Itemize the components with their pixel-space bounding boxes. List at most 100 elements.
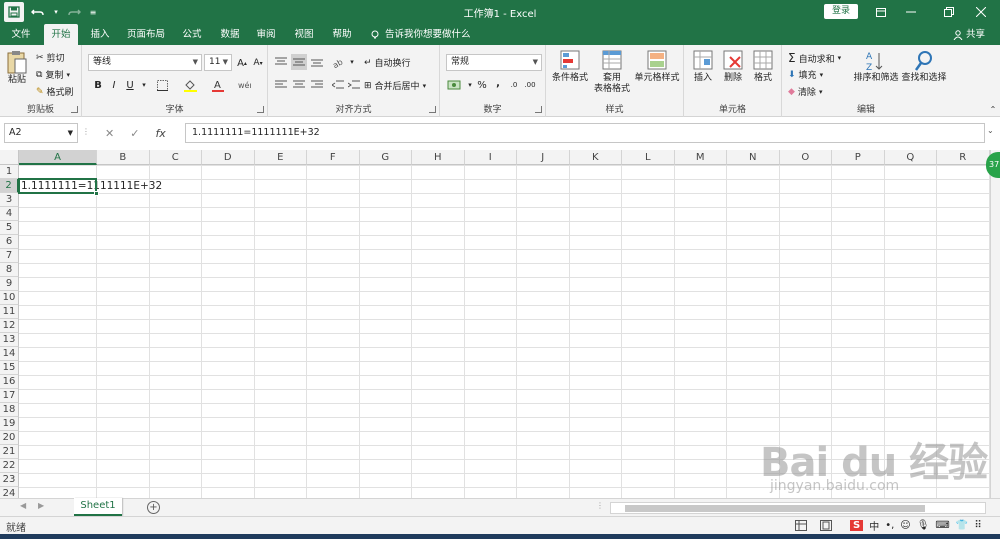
- increase-font-icon[interactable]: A ▴: [234, 55, 250, 71]
- find-select-button[interactable]: 查找和选择: [900, 49, 948, 84]
- ime-logo-icon[interactable]: S: [850, 519, 864, 531]
- row-header-2[interactable]: 2: [0, 179, 19, 193]
- tab-home[interactable]: 开始: [44, 24, 78, 45]
- column-header-h[interactable]: H: [412, 150, 465, 165]
- restore-icon[interactable]: [934, 2, 964, 22]
- row-header-17[interactable]: 17: [0, 389, 19, 403]
- check-icon[interactable]: ✓: [130, 127, 139, 140]
- ime-punct-icon[interactable]: •,: [885, 520, 894, 531]
- alignment-launcher-icon[interactable]: [429, 106, 436, 113]
- cancel-icon[interactable]: ✕: [105, 127, 114, 140]
- prev-sheet-icon[interactable]: ◀: [20, 501, 26, 510]
- share-button[interactable]: 共享: [953, 24, 985, 45]
- column-header-c[interactable]: C: [149, 150, 202, 165]
- tab-review[interactable]: 审阅: [250, 24, 282, 45]
- autosum-button[interactable]: Σ 自动求和 ▾: [788, 51, 841, 65]
- vertical-scrollbar[interactable]: [990, 150, 1000, 498]
- column-header-f[interactable]: F: [307, 150, 360, 165]
- row-header-6[interactable]: 6: [0, 235, 19, 249]
- keyboard-icon[interactable]: ⌨: [935, 520, 949, 531]
- tab-data[interactable]: 数据: [214, 24, 246, 45]
- row-header-9[interactable]: 9: [0, 277, 19, 291]
- row-header-10[interactable]: 10: [0, 291, 19, 305]
- clear-button[interactable]: ◆ 清除 ▾: [788, 85, 822, 99]
- tell-me-box[interactable]: 告诉我你想要做什么: [370, 24, 471, 45]
- merge-center-button[interactable]: ⊞ 合并后居中 ▾: [364, 79, 426, 93]
- ime-mode-icon[interactable]: 中: [869, 518, 879, 533]
- row-header-18[interactable]: 18: [0, 403, 19, 417]
- select-all-corner[interactable]: [0, 150, 19, 165]
- align-middle-icon[interactable]: [291, 54, 307, 70]
- collapse-ribbon-icon[interactable]: ⌃: [985, 101, 1000, 117]
- sheet-tab-sheet1[interactable]: Sheet1: [74, 498, 122, 516]
- scroll-thumb[interactable]: [625, 505, 925, 512]
- sort-filter-button[interactable]: AZ 排序和筛选: [852, 49, 900, 84]
- font-color-icon[interactable]: A: [210, 77, 226, 93]
- row-header-16[interactable]: 16: [0, 375, 19, 389]
- decrease-indent-icon[interactable]: [330, 77, 346, 93]
- format-as-table-button[interactable]: 套用 表格格式: [592, 49, 632, 95]
- row-header-20[interactable]: 20: [0, 431, 19, 445]
- column-header-d[interactable]: D: [202, 150, 255, 165]
- number-launcher-icon[interactable]: [535, 106, 542, 113]
- row-header-21[interactable]: 21: [0, 445, 19, 459]
- tab-split-icon[interactable]: ⋮: [596, 501, 604, 510]
- row-header-8[interactable]: 8: [0, 263, 19, 277]
- comma-button[interactable]: ,: [490, 75, 506, 91]
- column-header-g[interactable]: G: [359, 150, 412, 165]
- paste-button[interactable]: 粘贴: [4, 49, 30, 86]
- column-header-n[interactable]: N: [727, 150, 780, 165]
- row-header-19[interactable]: 19: [0, 417, 19, 431]
- tab-formulas[interactable]: 公式: [176, 24, 208, 45]
- percent-button[interactable]: %: [474, 77, 490, 93]
- number-format-select[interactable]: 常规 ▼: [446, 54, 542, 71]
- column-header-r[interactable]: R: [937, 150, 990, 165]
- borders-icon[interactable]: [154, 77, 170, 93]
- row-header-14[interactable]: 14: [0, 347, 19, 361]
- increase-indent-icon[interactable]: [346, 77, 362, 93]
- align-right-icon[interactable]: [309, 77, 325, 93]
- column-header-a[interactable]: A: [19, 150, 97, 165]
- align-left-icon[interactable]: [273, 77, 289, 93]
- tab-page-layout[interactable]: 页面布局: [122, 24, 170, 45]
- page-layout-view-icon[interactable]: [820, 520, 832, 534]
- ribbon-display-icon[interactable]: [866, 2, 896, 22]
- row-header-23[interactable]: 23: [0, 473, 19, 487]
- row-header-22[interactable]: 22: [0, 459, 19, 473]
- italic-button[interactable]: I: [106, 77, 122, 93]
- font-launcher-icon[interactable]: [257, 106, 264, 113]
- decrease-decimal-icon[interactable]: .00: [522, 77, 538, 93]
- column-header-j[interactable]: J: [517, 150, 570, 165]
- font-size-select[interactable]: 11 ▼: [204, 54, 232, 71]
- column-header-i[interactable]: I: [464, 150, 517, 165]
- column-header-l[interactable]: L: [622, 150, 675, 165]
- column-header-e[interactable]: E: [254, 150, 307, 165]
- fill-color-icon[interactable]: [182, 77, 198, 93]
- row-header-7[interactable]: 7: [0, 249, 19, 263]
- tools-icon[interactable]: ⠿: [974, 520, 981, 531]
- column-header-k[interactable]: K: [569, 150, 622, 165]
- expand-formula-icon[interactable]: ⌄: [987, 126, 994, 135]
- clipboard-launcher-icon[interactable]: [71, 106, 78, 113]
- next-sheet-icon[interactable]: ▶: [38, 501, 44, 510]
- decrease-font-icon[interactable]: A ▾: [250, 55, 266, 71]
- wrap-text-button[interactable]: ↵ 自动换行: [364, 56, 411, 70]
- phonetic-icon[interactable]: wén: [236, 77, 252, 93]
- insert-function-button[interactable]: fx: [155, 127, 165, 140]
- horizontal-scrollbar[interactable]: [610, 502, 986, 514]
- row-header-4[interactable]: 4: [0, 207, 19, 221]
- add-sheet-icon[interactable]: +: [147, 501, 160, 514]
- row-header-3[interactable]: 3: [0, 193, 19, 207]
- fill-handle[interactable]: [94, 191, 99, 196]
- row-header-5[interactable]: 5: [0, 221, 19, 235]
- login-button[interactable]: 登录: [824, 4, 858, 19]
- conditional-format-button[interactable]: 条件格式: [548, 49, 592, 84]
- column-header-o[interactable]: O: [779, 150, 832, 165]
- tab-file[interactable]: 文件: [4, 24, 38, 45]
- font-name-select[interactable]: 等线 ▼: [88, 54, 202, 71]
- format-painter-button[interactable]: ✎ 格式刷: [36, 85, 74, 99]
- tab-view[interactable]: 视图: [288, 24, 320, 45]
- insert-cells-button[interactable]: 插入: [688, 49, 718, 84]
- increase-decimal-icon[interactable]: .0: [506, 77, 522, 93]
- column-header-m[interactable]: M: [674, 150, 727, 165]
